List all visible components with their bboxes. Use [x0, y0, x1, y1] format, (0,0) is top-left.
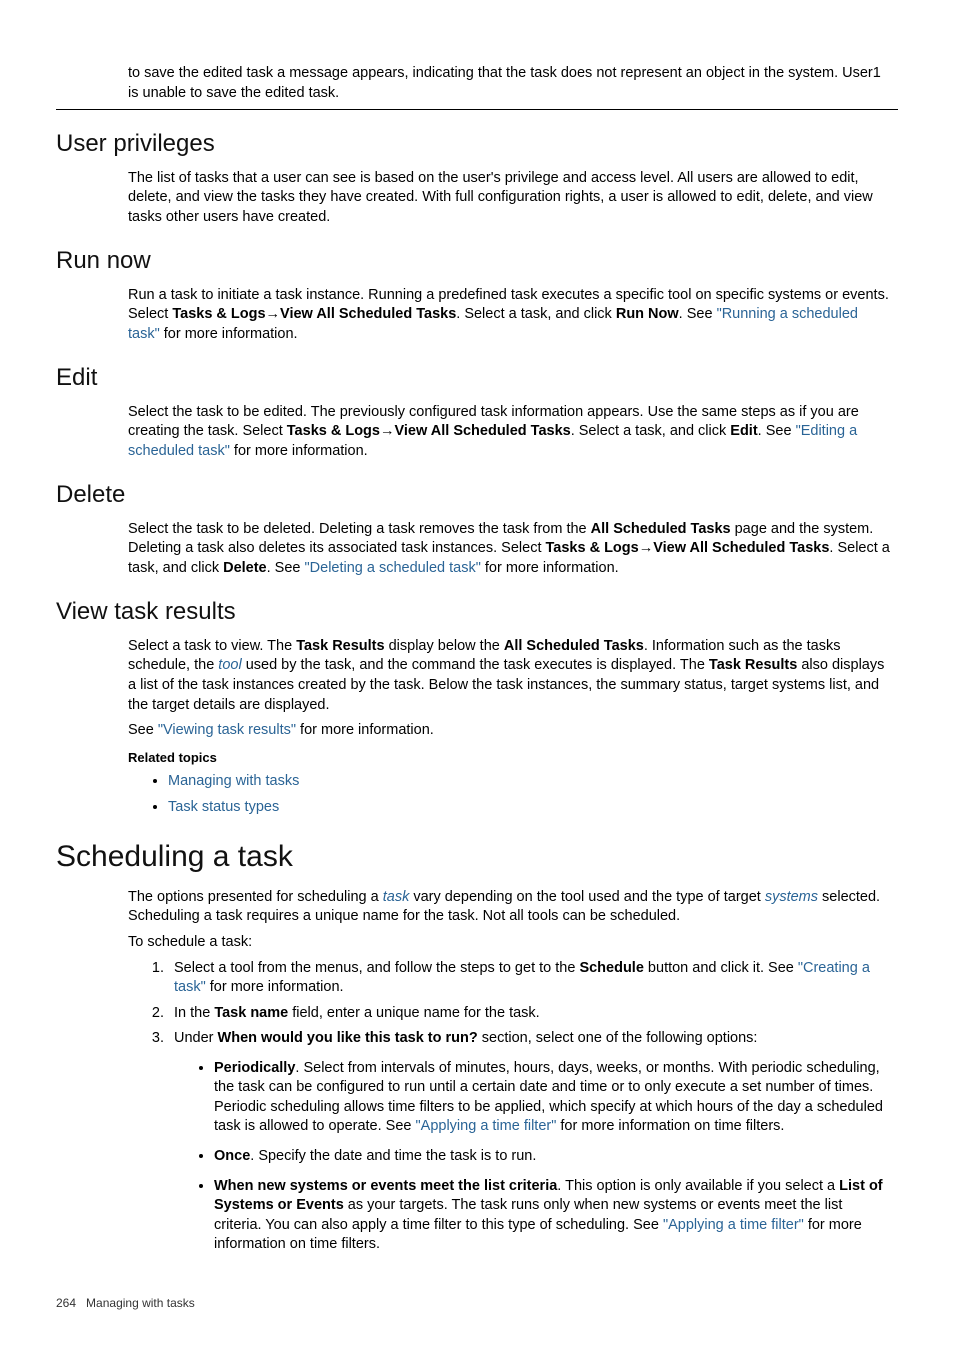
view-results-para-2: See "Viewing task results" for more info…	[128, 721, 892, 741]
intro-block: to save the edited task a message appear…	[128, 64, 892, 103]
option-periodically: Periodically. Select from intervals of m…	[214, 1059, 892, 1137]
option-new-systems: When new systems or events meet the list…	[214, 1177, 892, 1255]
glossary-task[interactable]: task	[383, 889, 410, 905]
glossary-tool[interactable]: tool	[218, 657, 241, 673]
delete-para: Select the task to be deleted. Deleting …	[128, 520, 892, 579]
heading-user-privileges: User privileges	[56, 128, 898, 160]
related-topics-list: Managing with tasks Task status types	[128, 772, 892, 817]
link-viewing-task-results[interactable]: "Viewing task results"	[158, 722, 296, 738]
intro-para: to save the edited task a message appear…	[128, 64, 892, 103]
page-footer: 264 Managing with tasks	[56, 1295, 898, 1311]
page-number: 264	[56, 1296, 76, 1310]
glossary-systems[interactable]: systems	[765, 889, 818, 905]
list-item: Managing with tasks	[168, 772, 892, 792]
link-applying-time-filter-1[interactable]: "Applying a time filter"	[416, 1118, 557, 1134]
scheduling-para-2: To schedule a task:	[128, 933, 892, 953]
heading-delete: Delete	[56, 479, 898, 511]
link-task-status-types[interactable]: Task status types	[168, 799, 279, 815]
run-now-para: Run a task to initiate a task instance. …	[128, 286, 892, 345]
step-3: Under When would you like this task to r…	[168, 1029, 892, 1255]
footer-title: Managing with tasks	[86, 1296, 195, 1310]
heading-run-now: Run now	[56, 245, 898, 277]
view-results-para-1: Select a task to view. The Task Results …	[128, 637, 892, 715]
step-1: Select a tool from the menus, and follow…	[168, 959, 892, 998]
heading-view-task-results: View task results	[56, 596, 898, 628]
user-privileges-para: The list of tasks that a user can see is…	[128, 169, 892, 228]
option-once: Once. Specify the date and time the task…	[214, 1147, 892, 1167]
scheduling-steps: Select a tool from the menus, and follow…	[128, 959, 892, 1255]
heading-scheduling-a-task: Scheduling a task	[56, 837, 898, 878]
related-topics-heading: Related topics	[128, 749, 892, 767]
heading-edit: Edit	[56, 362, 898, 394]
scheduling-options: Periodically. Select from intervals of m…	[174, 1059, 892, 1255]
step-2: In the Task name field, enter a unique n…	[168, 1004, 892, 1024]
section-divider	[56, 109, 898, 110]
link-managing-with-tasks[interactable]: Managing with tasks	[168, 773, 299, 789]
link-deleting-scheduled-task[interactable]: "Deleting a scheduled task"	[305, 560, 481, 576]
edit-para: Select the task to be edited. The previo…	[128, 403, 892, 462]
scheduling-para-1: The options presented for scheduling a t…	[128, 888, 892, 927]
link-applying-time-filter-2[interactable]: "Applying a time filter"	[663, 1217, 804, 1233]
list-item: Task status types	[168, 798, 892, 818]
